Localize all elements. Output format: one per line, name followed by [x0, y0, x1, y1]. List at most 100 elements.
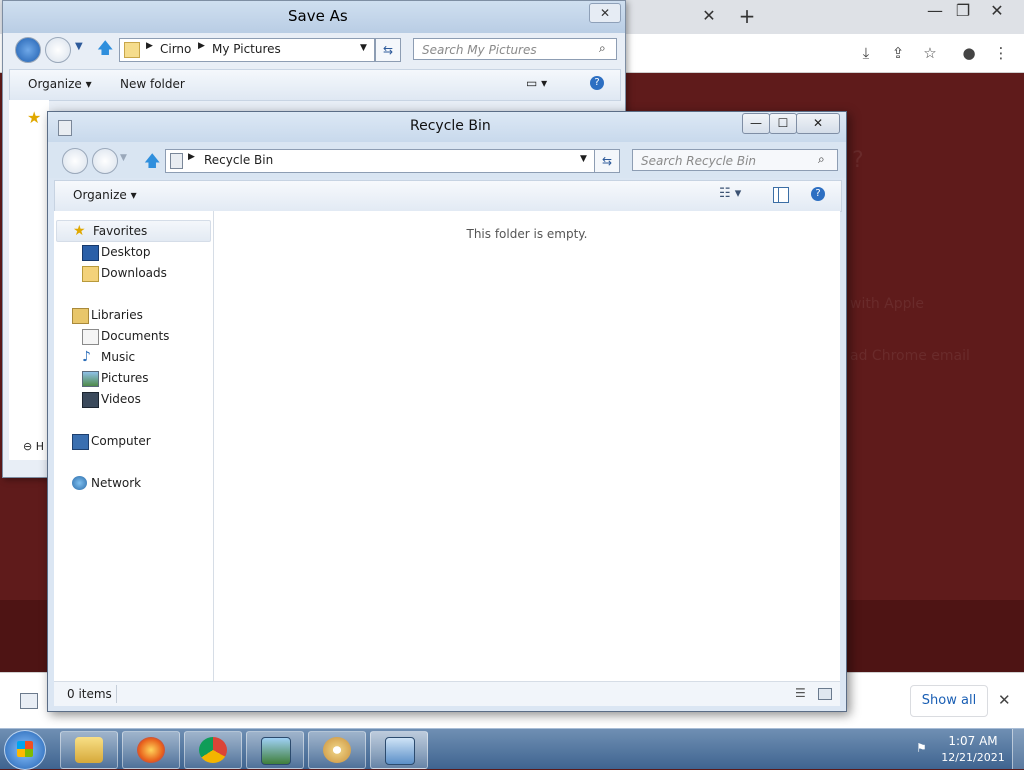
nav-documents-label: Documents [101, 329, 170, 343]
preview-pane-icon[interactable] [773, 187, 789, 203]
forward-button[interactable] [92, 148, 118, 174]
up-arrow-icon[interactable]: 🡅 [144, 150, 160, 177]
recycle-bin-titlebar[interactable]: Recycle Bin — ☐ ✕ [48, 112, 846, 142]
documents-icon [82, 329, 99, 345]
download-icon[interactable]: ⤓ [855, 42, 877, 64]
save-as-search-input[interactable]: Search My Pictures [413, 38, 617, 60]
address-dropdown-icon[interactable]: ▼ [580, 154, 587, 164]
recycle-bin-command-bar: Organize ▾ ☷ ▾ ? [54, 180, 842, 212]
save-as-address-bar[interactable]: ▶ Cirno ▶ My Pictures ▼ [119, 38, 375, 62]
breadcrumb-arrow-icon: ▶ [198, 41, 205, 51]
tab-close-button[interactable]: ✕ [696, 5, 722, 27]
chrome-icon [199, 737, 227, 763]
nav-downloads[interactable]: Downloads [54, 263, 213, 283]
help-icon[interactable]: ? [811, 187, 825, 201]
new-folder-button[interactable]: New folder [120, 77, 185, 91]
start-button[interactable] [4, 730, 46, 770]
organize-menu[interactable]: Organize ▾ [73, 188, 137, 202]
show-desktop-button[interactable] [1012, 729, 1024, 769]
forward-button[interactable] [45, 37, 71, 63]
breadcrumb-my-pictures[interactable]: My Pictures [212, 42, 281, 56]
refresh-button[interactable]: ⇆ [375, 38, 401, 62]
menu-icon[interactable]: ⋮ [990, 42, 1012, 64]
nav-favorites[interactable]: ★ Favorites [56, 220, 211, 242]
save-as-titlebar: Save As ✕ [3, 1, 625, 33]
back-button[interactable] [15, 37, 41, 63]
control-panel-icon [385, 737, 415, 765]
address-dropdown-icon[interactable]: ▼ [360, 43, 367, 53]
taskbar-control-panel[interactable] [370, 731, 428, 769]
change-view-icon[interactable]: ☷ ▾ [719, 186, 741, 201]
nav-computer-label: Computer [91, 434, 151, 448]
taskbar-chrome[interactable] [184, 731, 242, 769]
up-arrow-icon[interactable]: 🡅 [97, 37, 113, 64]
browser-minimize-button[interactable]: — [922, 0, 948, 22]
nav-music[interactable]: ♪ Music [54, 347, 213, 367]
status-bar: 0 items ☰ [54, 681, 840, 706]
windows-logo-icon [17, 741, 33, 757]
hide-folders-button[interactable]: ⊖ H [23, 440, 44, 453]
breadcrumb-recycle-bin[interactable]: Recycle Bin [204, 153, 273, 167]
taskbar-firefox[interactable] [122, 731, 180, 769]
network-tray-icon[interactable]: ⚑ [916, 741, 930, 755]
recycle-bin-title: Recycle Bin [410, 118, 491, 134]
star-icon: ★ [73, 223, 86, 239]
nav-network-label: Network [91, 476, 142, 490]
recycle-bin-small-icon [170, 153, 183, 169]
nav-desktop[interactable]: Desktop [54, 242, 213, 262]
organize-menu[interactable]: Organize ▾ [28, 77, 92, 91]
explorer-icon [75, 737, 103, 763]
show-all-button[interactable]: Show all [910, 685, 988, 717]
maximize-button[interactable]: ☐ [769, 113, 797, 134]
page-text: ad Chrome email [850, 348, 970, 364]
recent-pages-chevron-icon[interactable]: ▼ [75, 41, 83, 52]
minimize-button[interactable]: — [742, 113, 770, 134]
star-icon[interactable]: ☆ [919, 42, 941, 64]
clock-time[interactable]: 1:07 AM [938, 734, 1008, 748]
page-text: with Apple [850, 296, 925, 312]
nav-documents[interactable]: Documents [54, 326, 213, 346]
nav-pictures[interactable]: Pictures [54, 368, 213, 388]
clock-date[interactable]: 12/21/2021 [938, 751, 1008, 764]
favorites-star-icon: ★ [27, 108, 42, 127]
taskbar: ⚑ 1:07 AM 12/21/2021 [0, 728, 1024, 770]
nav-libraries[interactable]: Libraries [54, 305, 213, 325]
large-icons-view-icon[interactable] [818, 688, 832, 700]
nav-network[interactable]: Network [54, 473, 213, 493]
videos-icon [82, 392, 99, 408]
file-list-area[interactable]: This folder is empty. [214, 211, 840, 681]
taskbar-photo-viewer[interactable] [246, 731, 304, 769]
breadcrumb-arrow-icon: ▶ [146, 41, 153, 51]
details-view-icon[interactable]: ☰ [795, 686, 806, 700]
taskbar-explorer[interactable] [60, 731, 118, 769]
refresh-button[interactable]: ⇆ [594, 149, 620, 173]
nav-computer[interactable]: Computer [54, 431, 213, 451]
empty-folder-message: This folder is empty. [466, 227, 588, 241]
nav-videos[interactable]: Videos [54, 389, 213, 409]
recycle-bin-address-bar[interactable]: ▶ Recycle Bin ▼ [165, 149, 595, 173]
recent-pages-chevron-icon[interactable]: ▼ [120, 153, 127, 163]
new-tab-button[interactable]: + [734, 5, 760, 27]
save-as-close-button[interactable]: ✕ [589, 3, 621, 23]
share-icon[interactable]: ⇪ [887, 42, 909, 64]
view-options-icon[interactable]: ▭ ▾ [526, 76, 547, 90]
browser-close-button[interactable]: ✕ [984, 0, 1010, 22]
taskbar-paint[interactable] [308, 731, 366, 769]
recycle-bin-icon [58, 120, 72, 136]
desktop-icon [82, 245, 99, 261]
navigation-pane: ★ Favorites Desktop Downloads Libraries … [54, 211, 214, 681]
help-icon[interactable]: ? [590, 76, 604, 90]
browser-restore-button[interactable]: ❐ [950, 0, 976, 22]
computer-icon [72, 434, 89, 450]
close-download-bar-button[interactable]: ✕ [998, 691, 1011, 709]
search-icon[interactable]: ⌕ [818, 152, 825, 167]
firefox-icon [137, 737, 165, 763]
back-button[interactable] [62, 148, 88, 174]
nav-pictures-label: Pictures [101, 371, 149, 385]
save-as-title: Save As [288, 7, 348, 25]
recycle-bin-search-input[interactable]: Search Recycle Bin [632, 149, 838, 171]
close-button[interactable]: ✕ [796, 113, 840, 134]
search-icon[interactable]: ⌕ [599, 41, 606, 56]
account-icon[interactable]: ● [958, 42, 980, 64]
breadcrumb-cirno[interactable]: Cirno [160, 42, 191, 56]
